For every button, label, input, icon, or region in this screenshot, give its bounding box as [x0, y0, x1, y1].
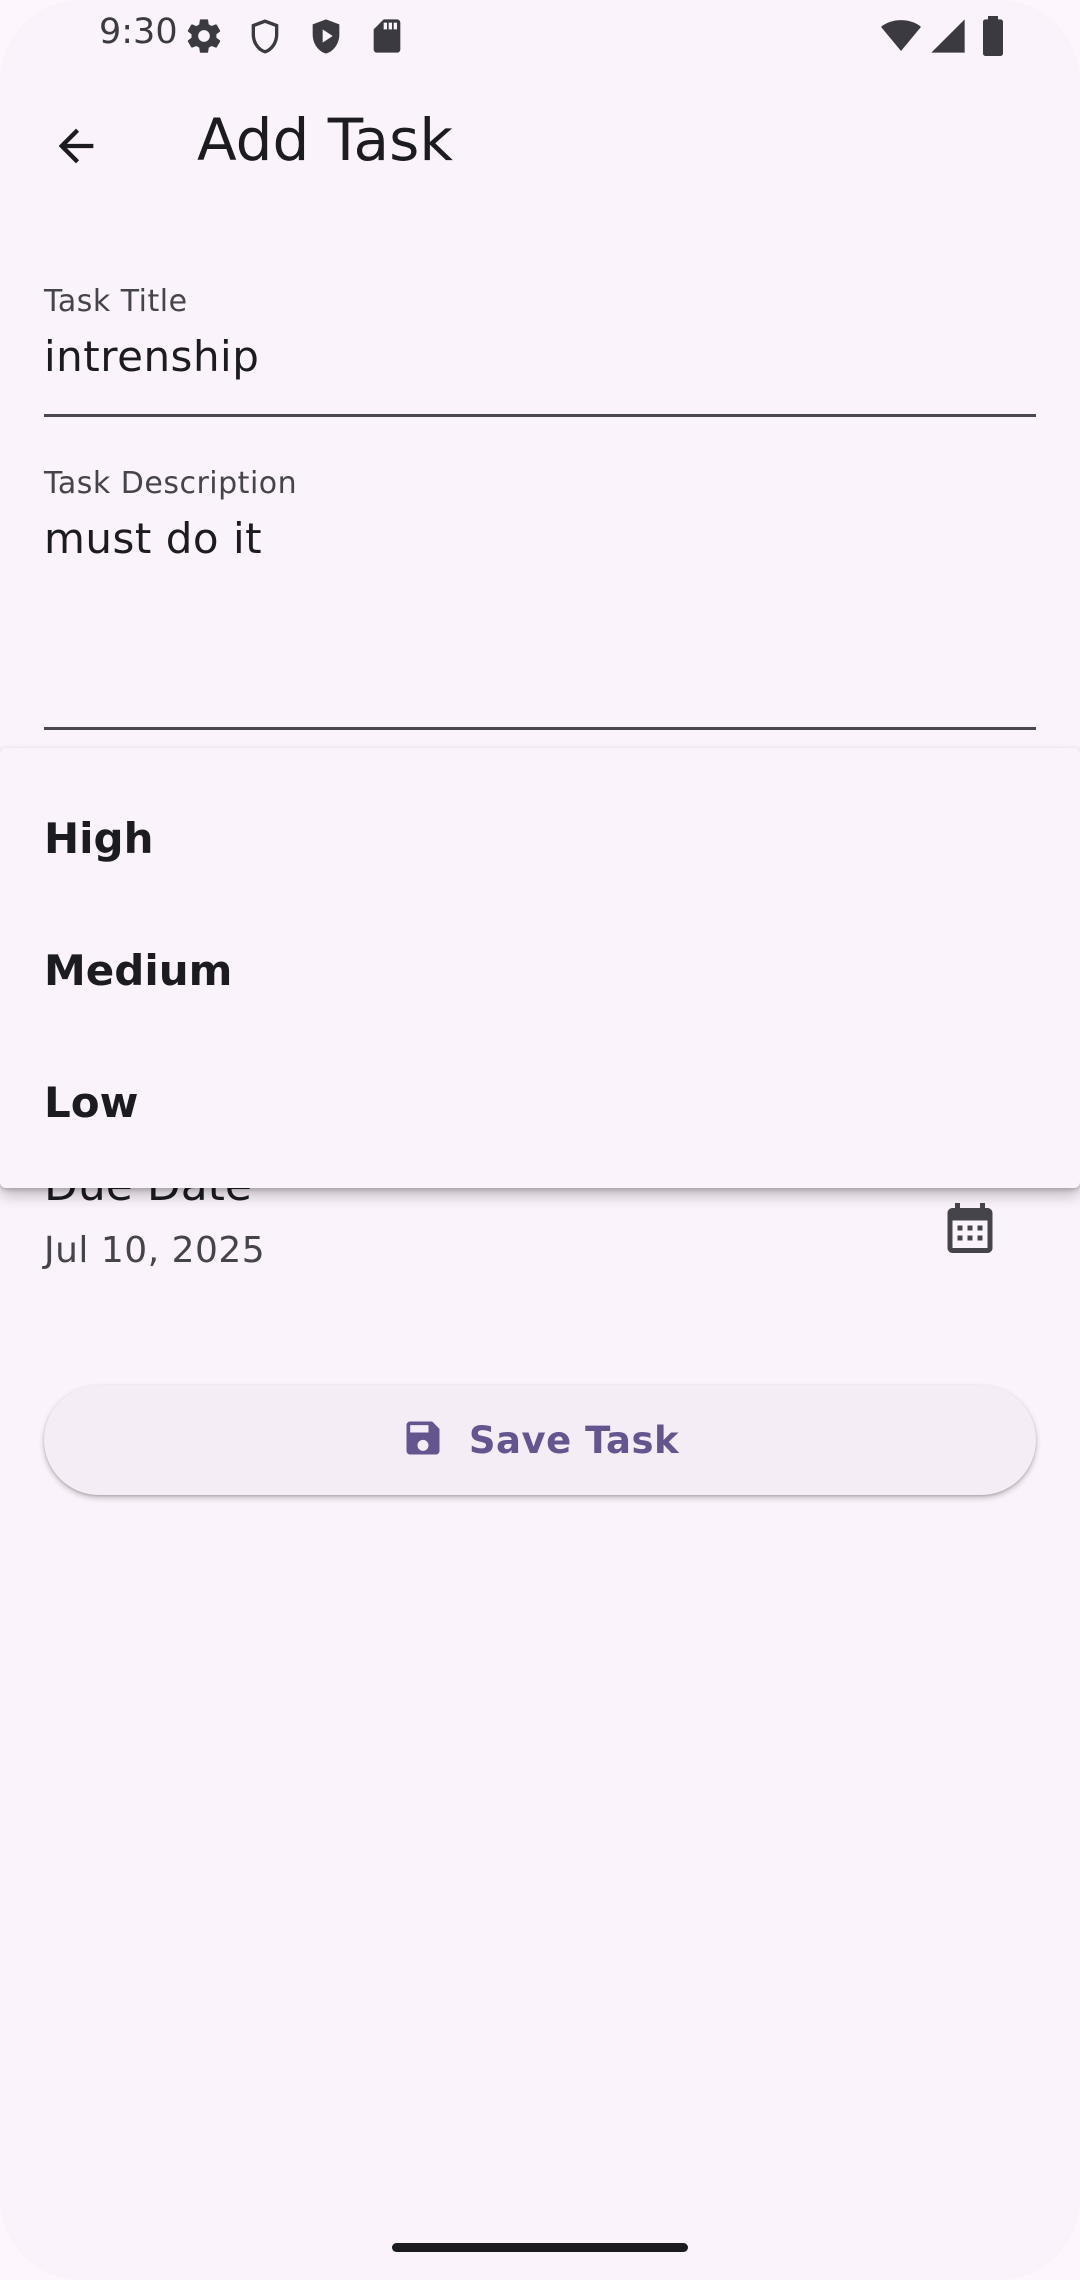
status-bar: 9:30 — [0, 0, 1080, 70]
status-time: 9:30 — [99, 12, 178, 52]
wifi-icon — [880, 16, 921, 56]
settings-icon — [184, 16, 224, 56]
menu-item-label: Medium — [44, 946, 233, 995]
menu-item-label: Low — [44, 1078, 139, 1127]
menu-item-high[interactable]: High — [0, 776, 1080, 908]
page-title: Add Task — [197, 106, 453, 174]
add-task-screen: 9:30 Add Task Task Title intrenship Task… — [0, 0, 1080, 2280]
back-button[interactable] — [34, 106, 118, 190]
play-protect-icon — [306, 16, 346, 56]
task-description-value[interactable]: must do it — [44, 514, 262, 563]
gesture-nav-bar[interactable] — [392, 2243, 688, 2252]
task-description-underline — [44, 727, 1036, 730]
save-task-label: Save Task — [468, 1418, 680, 1462]
task-title-underline — [44, 414, 1036, 417]
sd-card-icon — [367, 16, 407, 56]
due-date-value: Jul 10, 2025 — [44, 1230, 266, 1271]
task-title-value[interactable]: intrenship — [44, 332, 259, 381]
menu-item-medium[interactable]: Medium — [0, 908, 1080, 1040]
menu-item-label: High — [44, 814, 154, 863]
task-title-field[interactable]: Task Title intrenship — [44, 280, 1036, 420]
calendar-icon — [940, 1198, 1000, 1263]
save-task-button[interactable]: Save Task — [44, 1385, 1036, 1495]
battery-icon — [978, 16, 1018, 56]
task-description-label: Task Description — [44, 466, 298, 501]
save-icon — [401, 1416, 445, 1465]
menu-item-low[interactable]: Low — [0, 1040, 1080, 1172]
task-description-field[interactable]: Task Description must do it — [44, 462, 1036, 732]
arrow-back-icon — [50, 120, 102, 177]
task-title-label: Task Title — [44, 284, 188, 319]
priority-dropdown-menu: High Medium Low — [0, 748, 1080, 1188]
app-bar: Add Task — [0, 70, 1080, 215]
pick-date-button[interactable] — [920, 1180, 1020, 1280]
shield-icon — [245, 16, 285, 56]
signal-icon — [928, 16, 968, 56]
